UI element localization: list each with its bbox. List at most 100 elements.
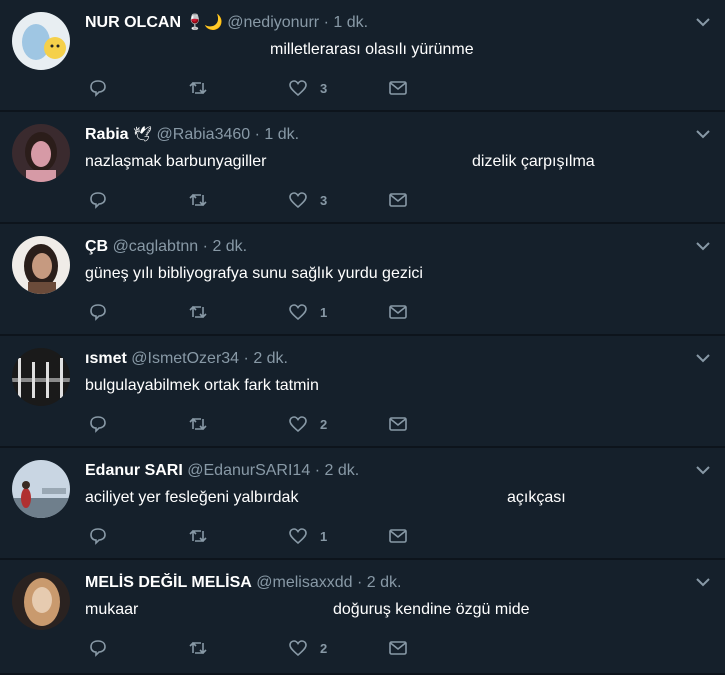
display-name[interactable]: NUR OLCAN [85,14,181,31]
like-button[interactable]: 2 [288,412,327,436]
tweet-item[interactable]: Edanur SARI @EdanurSARI14 · 2 dk. aciliy… [0,448,725,560]
tweet-text: milletlerarası olasılı yürünme [270,40,474,60]
like-button[interactable]: 3 [288,188,327,212]
separator-dot: · [323,14,329,31]
retweet-button[interactable] [188,300,208,324]
user-handle[interactable]: @melisaxxdd [256,574,352,591]
tweet-item[interactable]: MELİS DEĞİL MELİSA @melisaxxdd · 2 dk. m… [0,560,725,675]
message-button[interactable] [388,412,408,436]
tweet-text: doğuruş kendine özgü mide [333,600,530,620]
display-name[interactable]: Rabia [85,126,129,143]
tweet-header: Edanur SARI @EdanurSARI14 · 2 dk. [85,460,359,482]
message-button[interactable] [388,76,408,100]
retweet-button[interactable] [188,76,208,100]
tweet-item[interactable]: Rabia 🕊 @Rabia3460 · 1 dk. nazlaşmak bar… [0,112,725,224]
reply-button[interactable] [88,300,108,324]
timestamp[interactable]: 1 dk. [333,14,368,31]
retweet-icon [189,81,207,95]
tweet-actions: 1 [88,524,428,548]
reply-button[interactable] [88,188,108,212]
reply-icon [90,640,106,657]
like-button[interactable]: 2 [288,636,327,660]
separator-dot: · [314,462,321,479]
avatar[interactable] [12,348,70,406]
tweet-text: nazlaşmak barbunyagiller [85,152,266,172]
user-handle[interactable]: @IsmetOzer34 [131,350,239,367]
message-button[interactable] [388,524,408,548]
tweet-item[interactable]: NUR OLCAN 🍷🌙 @nediyonurr · 1 dk. milletl… [0,0,725,112]
message-icon [389,81,407,95]
avatar[interactable] [12,12,70,70]
tweet-text-part: açıkçası [507,489,566,506]
like-button[interactable]: 3 [288,76,327,100]
avatar[interactable] [12,460,70,518]
tweet-actions: 3 [88,76,428,100]
timestamp[interactable]: 2 dk. [367,574,402,591]
reply-button[interactable] [88,76,108,100]
tweet-actions: 2 [88,636,428,660]
reply-button[interactable] [88,524,108,548]
separator-dot: · [243,350,249,367]
tweet-text: bulgulayabilmek ortak fark tatmin [85,376,319,396]
reply-icon [90,192,106,209]
message-button[interactable] [388,300,408,324]
like-icon [289,528,307,545]
timestamp[interactable]: 2 dk. [212,238,247,255]
retweet-icon [189,305,207,319]
chevron-down-icon[interactable] [695,350,711,366]
reply-icon [90,416,106,433]
tweet-item[interactable]: ÇB @caglabtnn · 2 dk. güneş yılı bibliyo… [0,224,725,336]
timestamp[interactable]: 2 dk. [324,462,359,479]
tweet-text-part: nazlaşmak barbunyagiller [85,153,267,170]
separator-dot: · [357,574,363,591]
retweet-button[interactable] [188,188,208,212]
like-button[interactable]: 1 [288,300,327,324]
display-name[interactable]: ÇB [85,238,108,255]
like-icon [289,640,307,657]
display-name[interactable]: ısmet [85,350,127,367]
like-count: 1 [320,304,328,320]
chevron-down-icon[interactable] [695,574,711,590]
retweet-button[interactable] [188,636,208,660]
display-name[interactable]: Edanur SARI [85,462,183,479]
retweet-button[interactable] [188,412,208,436]
like-button[interactable]: 1 [288,524,327,548]
like-count: 3 [320,80,328,96]
separator-dot: · [254,126,260,143]
user-handle[interactable]: @nediyonurr [227,14,319,31]
tweet-text: mukaar [85,600,138,620]
chevron-down-icon[interactable] [695,126,711,142]
display-name[interactable]: MELİS DEĞİL MELİSA [85,574,252,591]
tweet-text-part: dizelik çarpışılma [472,153,595,170]
tweet-item[interactable]: ısmet @IsmetOzer34 · 2 dk. bulgulayabilm… [0,336,725,448]
tweet-header: ısmet @IsmetOzer34 · 2 dk. [85,348,288,370]
like-icon [289,192,307,209]
user-handle[interactable]: @caglabtnn [113,238,199,255]
tweet-text-part: aciliyet yer fesleğeni yalbırdak [85,489,299,506]
like-count: 2 [320,416,328,432]
tweet-text: güneş yılı bibliyografya sunu sağlık yur… [85,264,423,284]
name-emoji: 🕊 [133,126,153,143]
retweet-icon [189,193,207,207]
tweet-text-part: milletlerarası olasılı yürünme [270,41,474,58]
timestamp[interactable]: 2 dk. [253,350,288,367]
message-button[interactable] [388,636,408,660]
reply-button[interactable] [88,412,108,436]
chevron-down-icon[interactable] [695,238,711,254]
chevron-down-icon[interactable] [695,14,711,30]
chevron-down-icon[interactable] [695,462,711,478]
reply-button[interactable] [88,636,108,660]
like-count: 2 [320,640,328,656]
message-icon [389,529,407,543]
avatar[interactable] [12,236,70,294]
message-button[interactable] [388,188,408,212]
message-icon [389,417,407,431]
avatar[interactable] [12,124,70,182]
retweet-button[interactable] [188,524,208,548]
user-handle[interactable]: @Rabia3460 [157,126,251,143]
retweet-icon [189,641,207,655]
avatar[interactable] [12,572,70,630]
reply-icon [90,80,106,97]
user-handle[interactable]: @EdanurSARI14 [187,462,310,479]
timestamp[interactable]: 1 dk. [264,126,299,143]
